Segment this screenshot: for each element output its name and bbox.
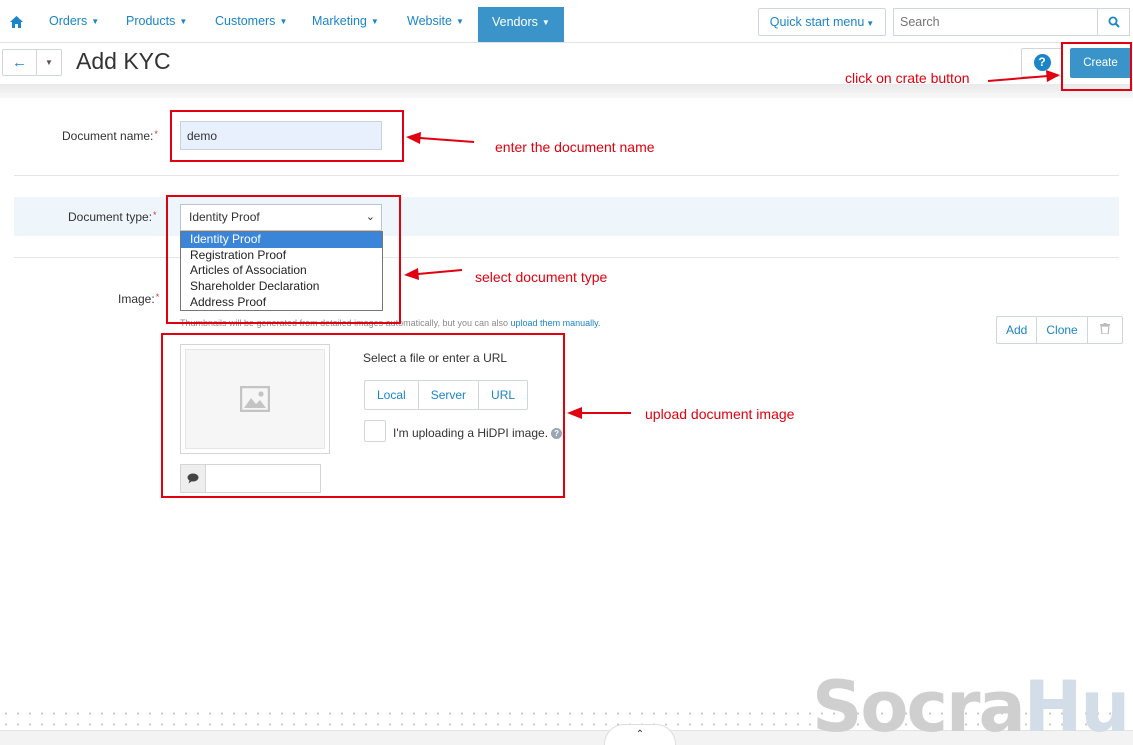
caret-down-icon: ▼ bbox=[45, 58, 53, 67]
nav-label: Products bbox=[126, 14, 176, 28]
clone-button[interactable]: Clone bbox=[1037, 317, 1088, 343]
required-marker: * bbox=[154, 129, 158, 139]
arrow-left-icon: ← bbox=[12, 54, 27, 71]
quick-start-menu-button[interactable]: Quick start menu ▼ bbox=[758, 8, 886, 36]
caret-down-icon: ▼ bbox=[91, 17, 100, 27]
quick-start-label: Quick start menu bbox=[769, 15, 865, 29]
label-text: Document type: bbox=[68, 210, 153, 224]
header-shadow bbox=[0, 84, 1133, 98]
annotation-type: select document type bbox=[475, 269, 608, 285]
image-label: Image:* bbox=[118, 292, 159, 306]
help-button[interactable]: ? bbox=[1021, 48, 1063, 77]
nav-label: Vendors bbox=[492, 15, 538, 29]
nav-vendors[interactable]: Vendors ▼ bbox=[478, 7, 564, 42]
home-icon[interactable] bbox=[0, 0, 32, 43]
trash-icon[interactable] bbox=[1088, 317, 1122, 343]
search-icon bbox=[1108, 16, 1120, 28]
nav-marketing[interactable]: Marketing ▼ bbox=[312, 0, 379, 43]
search-button[interactable] bbox=[1097, 8, 1130, 36]
nav-label: Marketing bbox=[312, 14, 367, 28]
nav-label: Website bbox=[407, 14, 452, 28]
image-actions: Add Clone bbox=[996, 316, 1123, 344]
required-marker: * bbox=[155, 292, 160, 302]
back-dropdown-button[interactable]: ▼ bbox=[36, 49, 62, 76]
watermark-part-2: Hub bbox=[1023, 666, 1133, 745]
caret-down-icon: ▼ bbox=[279, 17, 288, 27]
caret-down-icon: ▼ bbox=[370, 17, 379, 27]
label-text: Document name: bbox=[62, 129, 154, 143]
caret-down-icon: ▼ bbox=[866, 19, 875, 28]
annotation-name: enter the document name bbox=[495, 139, 655, 155]
search-input[interactable] bbox=[893, 8, 1097, 36]
question-icon: ? bbox=[1033, 54, 1051, 71]
nav-products[interactable]: Products ▼ bbox=[126, 0, 187, 43]
document-type-label: Document type:* bbox=[68, 210, 157, 224]
document-name-label: Document name:* bbox=[62, 129, 158, 143]
annotation-box-image bbox=[161, 333, 565, 498]
annotation-image: upload document image bbox=[645, 406, 795, 422]
required-marker: * bbox=[153, 210, 157, 220]
caret-down-icon: ▼ bbox=[541, 17, 550, 27]
watermark-logo: SocraHub bbox=[812, 672, 1133, 742]
top-navigation: Orders ▼ Products ▼ Customers ▼ Marketing ▼ … bbox=[0, 0, 1133, 43]
add-button[interactable]: Add bbox=[997, 317, 1038, 343]
nav-customers[interactable]: Customers ▼ bbox=[215, 0, 287, 43]
upload-manually-link[interactable]: upload them manually. bbox=[511, 318, 601, 328]
annotation-create: click on crate button bbox=[845, 70, 970, 86]
divider bbox=[14, 175, 1119, 176]
caret-down-icon: ▼ bbox=[179, 17, 188, 27]
annotation-box-create bbox=[1061, 42, 1132, 91]
nav-label: Orders bbox=[49, 14, 88, 28]
collapse-toggle[interactable]: ⌃ bbox=[604, 724, 676, 745]
chevron-up-icon: ⌃ bbox=[635, 729, 645, 740]
page-title: Add KYC bbox=[76, 48, 171, 74]
annotation-box-name bbox=[170, 110, 404, 162]
annotation-box-type bbox=[166, 195, 401, 324]
nav-orders[interactable]: Orders ▼ bbox=[49, 0, 99, 43]
nav-website[interactable]: Website ▼ bbox=[407, 0, 464, 43]
back-button[interactable]: ← bbox=[2, 49, 37, 76]
watermark-part-1: Socra bbox=[812, 666, 1026, 745]
label-text: Image: bbox=[118, 292, 155, 306]
caret-down-icon: ▼ bbox=[455, 17, 464, 27]
nav-label: Customers bbox=[215, 14, 276, 28]
